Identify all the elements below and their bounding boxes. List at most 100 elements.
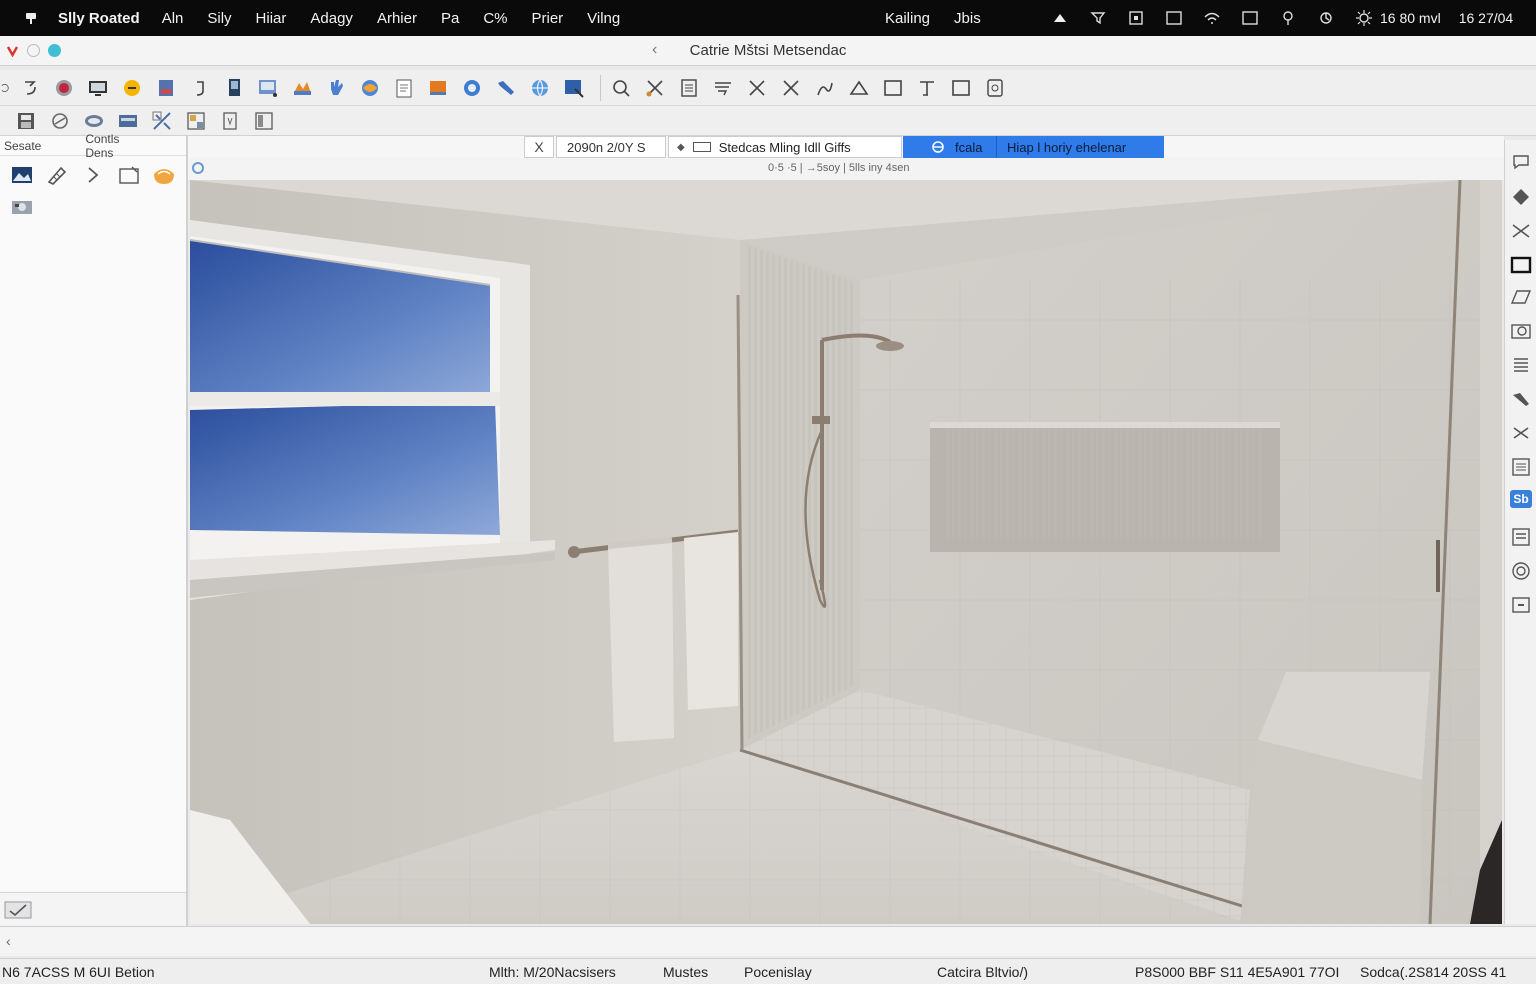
app-window: Slly Roated Aln Sily Hiiar Adagy Arhier … (0, 0, 1536, 984)
menu-extra-1[interactable]: Kailing (885, 10, 930, 27)
pen-icon[interactable] (913, 75, 941, 101)
toolbar-separator (600, 74, 601, 101)
pencil-icon[interactable] (44, 162, 72, 188)
menu-item-3[interactable]: Hiiar (256, 10, 287, 27)
view-tab-primary[interactable]: fcala (903, 136, 997, 158)
color-icon[interactable] (356, 75, 384, 101)
record-icon[interactable] (50, 75, 78, 101)
undo-icon[interactable] (0, 75, 10, 101)
document-icon[interactable] (220, 75, 248, 101)
cross-icon[interactable] (777, 75, 805, 101)
photo-icon[interactable] (254, 75, 282, 101)
triangle-icon[interactable] (845, 75, 873, 101)
box-icon[interactable] (1126, 8, 1146, 28)
frame-icon[interactable] (1507, 252, 1535, 278)
cloud-icon[interactable] (1050, 8, 1070, 28)
menu-item-5[interactable]: Arhier (377, 10, 417, 27)
menu-item-7[interactable]: C% (483, 10, 507, 27)
scissors-icon[interactable] (641, 75, 669, 101)
square-icon[interactable] (1164, 8, 1184, 28)
menu-extra-2[interactable]: Jbis (954, 10, 981, 27)
render-viewport[interactable] (190, 180, 1502, 924)
image-icon[interactable] (8, 162, 36, 188)
cube-icon[interactable] (152, 75, 180, 101)
view-tab-secondary-label[interactable]: Hiap l horiy ehelenar (997, 140, 1126, 155)
redo-icon[interactable] (16, 75, 44, 101)
globe-icon[interactable] (526, 75, 554, 101)
curve-icon[interactable] (811, 75, 839, 101)
clock-time: 16 80 mvl (1380, 10, 1441, 26)
camera-icon[interactable] (8, 194, 36, 220)
wrench-icon[interactable] (492, 75, 520, 101)
layout-icon[interactable] (250, 108, 278, 134)
sun-icon[interactable] (118, 75, 146, 101)
left-panel-tab-components[interactable]: Contls Dens (85, 132, 146, 160)
camera-icon[interactable] (1507, 318, 1535, 344)
page-icon[interactable] (390, 75, 418, 101)
status-item-5: Catcira Bltvio/) (937, 964, 1029, 980)
apple-menu-icon[interactable] (20, 10, 42, 26)
menu-item-9[interactable]: Vilng (587, 10, 620, 27)
monitor-icon[interactable] (84, 75, 112, 101)
minus-box-icon[interactable] (1507, 592, 1535, 618)
horizontal-scrollbar[interactable]: ‹ (0, 926, 1536, 956)
close-icon[interactable] (743, 75, 771, 101)
close-view-button[interactable]: X (524, 136, 554, 158)
chevron-right-icon[interactable] (79, 162, 107, 188)
brush-icon[interactable] (114, 108, 142, 134)
menu-item-2[interactable]: Sily (207, 10, 231, 27)
refresh-icon[interactable] (458, 75, 486, 101)
clock-date: 16 27/04 (1458, 10, 1514, 26)
selected-view-tab[interactable]: fcala Hiap l horiy ehelenar (903, 136, 1164, 158)
wrench-icon[interactable] (1507, 386, 1535, 412)
badge-icon[interactable]: Sb (1507, 486, 1535, 512)
funnel-icon[interactable] (1088, 8, 1108, 28)
hat-icon[interactable] (46, 108, 74, 134)
folder-icon[interactable] (115, 162, 143, 188)
shape-icon[interactable] (80, 108, 108, 134)
list-icon[interactable] (1507, 454, 1535, 480)
view-style-dropdown[interactable]: ◆ Stedcas Mling Idll Giffs (668, 136, 902, 158)
wifi-icon[interactable] (1202, 8, 1222, 28)
viewport-info-text: 0·5 ·5 | →5soy | 5lls iny 4sen (768, 162, 910, 174)
palette-icon[interactable] (424, 75, 452, 101)
scroll-left-icon[interactable]: ‹ (6, 933, 11, 949)
save-icon[interactable] (12, 108, 40, 134)
diamond-icon[interactable] (1507, 184, 1535, 210)
export-icon[interactable] (560, 75, 588, 101)
list-icon[interactable] (675, 75, 703, 101)
ruler-icon[interactable] (216, 108, 244, 134)
chat-icon[interactable] (1507, 148, 1535, 174)
left-panel-tab-scene[interactable]: Sesate (4, 139, 41, 153)
curve-icon[interactable] (186, 75, 214, 101)
screen-small-icon (692, 142, 711, 152)
grid-icon[interactable] (1507, 352, 1535, 378)
layers-icon[interactable] (1507, 524, 1535, 550)
sync-icon[interactable] (1316, 8, 1336, 28)
text-icon[interactable] (709, 75, 737, 101)
paint-icon[interactable] (288, 75, 316, 101)
location-icon[interactable] (1278, 8, 1298, 28)
window-icon[interactable] (1240, 8, 1260, 28)
frame-icon[interactable] (947, 75, 975, 101)
parallelogram-icon[interactable] (1507, 284, 1535, 310)
checkmark-icon[interactable] (4, 901, 32, 919)
scissors-icon[interactable] (1507, 218, 1535, 244)
status-item-3: Mustes (663, 964, 709, 980)
app-name-menu[interactable]: Slly Roated (58, 10, 140, 27)
cross-icon[interactable] (1507, 420, 1535, 446)
grid-icon[interactable] (182, 108, 210, 134)
view-value-field[interactable]: 2090n 2/0Y S (556, 136, 666, 158)
settings-icon[interactable] (1354, 8, 1374, 28)
rectangle-icon[interactable] (879, 75, 907, 101)
shell-icon[interactable] (150, 162, 178, 188)
lock-icon[interactable] (981, 75, 1009, 101)
orbit-icon[interactable] (1507, 558, 1535, 584)
zoom-icon[interactable] (607, 75, 635, 101)
menu-item-1[interactable]: Aln (162, 10, 184, 27)
menu-item-6[interactable]: Pa (441, 10, 459, 27)
menu-item-8[interactable]: Prier (531, 10, 563, 27)
magic-icon[interactable] (148, 108, 176, 134)
hand-icon[interactable] (322, 75, 350, 101)
menu-item-4[interactable]: Adagy (310, 10, 353, 27)
